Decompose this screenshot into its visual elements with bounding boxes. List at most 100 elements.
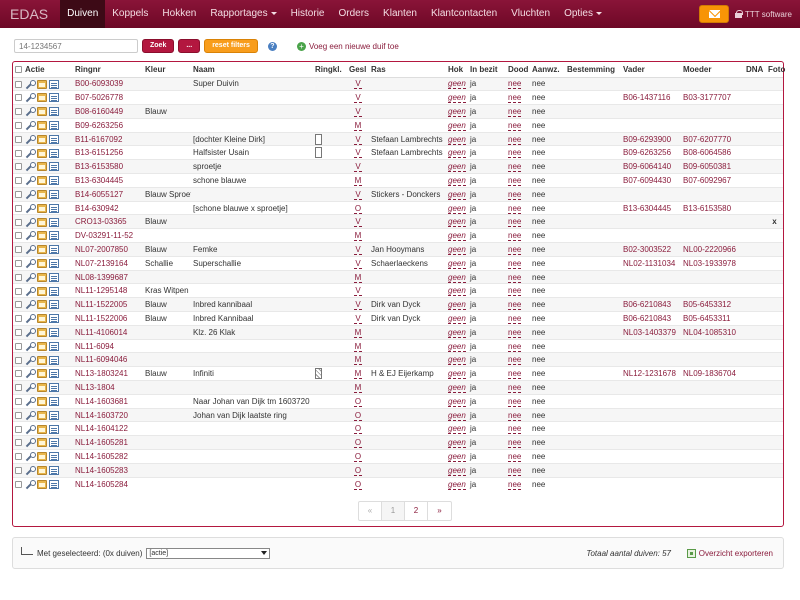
ring-number-link[interactable]: B13-6153580 xyxy=(75,162,123,171)
select-all-checkbox[interactable] xyxy=(15,66,22,74)
dead-editable[interactable]: nee xyxy=(508,286,522,297)
dead-editable[interactable]: nee xyxy=(508,479,522,490)
mother-link[interactable]: NL03-1933978 xyxy=(683,259,736,268)
row-checkbox[interactable] xyxy=(15,301,22,309)
sex-editable[interactable]: M xyxy=(353,355,363,366)
pedigree-card-icon[interactable] xyxy=(49,176,59,186)
mother-link[interactable]: B05-6453312 xyxy=(683,300,731,309)
row-checkbox[interactable] xyxy=(15,356,22,364)
wrench-icon[interactable] xyxy=(25,479,36,489)
column-header-vader[interactable]: Vader xyxy=(621,62,681,78)
loft-editable[interactable]: geen xyxy=(448,300,466,311)
messages-button[interactable] xyxy=(699,5,730,23)
sex-editable[interactable]: V xyxy=(354,79,362,90)
pedigree-card-icon[interactable] xyxy=(49,120,59,130)
pedigree-card-icon[interactable] xyxy=(49,148,59,158)
folder-icon[interactable] xyxy=(37,424,47,434)
dead-editable[interactable]: nee xyxy=(508,396,522,407)
ring-number-link[interactable]: NL08-1399687 xyxy=(75,273,128,282)
nav-item-opties[interactable]: Opties xyxy=(557,0,609,28)
row-checkbox[interactable] xyxy=(15,397,22,405)
ring-card-icon[interactable] xyxy=(315,147,322,159)
loft-editable[interactable]: geen xyxy=(448,189,466,200)
ring-number-link[interactable]: CRO13-03365 xyxy=(75,217,127,226)
folder-icon[interactable] xyxy=(37,79,47,89)
column-header-moeder[interactable]: Moeder xyxy=(681,62,744,78)
pedigree-card-icon[interactable] xyxy=(49,355,59,365)
ring-number-link[interactable]: NL14-1604122 xyxy=(75,424,128,433)
dead-editable[interactable]: nee xyxy=(508,369,522,380)
loft-editable[interactable]: geen xyxy=(448,396,466,407)
sex-editable[interactable]: O xyxy=(353,203,363,214)
pedigree-card-icon[interactable] xyxy=(49,314,59,324)
loft-editable[interactable]: geen xyxy=(448,341,466,352)
row-checkbox[interactable] xyxy=(15,246,22,254)
dead-editable[interactable]: nee xyxy=(508,313,522,324)
column-header-kleur[interactable]: Kleur xyxy=(143,62,191,78)
reset-filters-button[interactable]: reset filters xyxy=(204,39,258,53)
loft-editable[interactable]: geen xyxy=(448,203,466,214)
ring-number-link[interactable]: NL13-1804 xyxy=(75,383,115,392)
loft-editable[interactable]: geen xyxy=(448,424,466,435)
folder-icon[interactable] xyxy=(37,258,47,268)
wrench-icon[interactable] xyxy=(25,79,36,89)
column-header-bestemming[interactable]: Bestemming xyxy=(565,62,621,78)
folder-icon[interactable] xyxy=(37,327,47,337)
dead-editable[interactable]: nee xyxy=(508,355,522,366)
folder-icon[interactable] xyxy=(37,93,47,103)
row-checkbox[interactable] xyxy=(15,411,22,419)
mother-link[interactable]: B09-6050381 xyxy=(683,162,731,171)
row-checkbox[interactable] xyxy=(15,328,22,336)
ring-number-link[interactable]: B07-5026778 xyxy=(75,93,123,102)
dead-editable[interactable]: nee xyxy=(508,272,522,283)
dead-editable[interactable]: nee xyxy=(508,162,522,173)
row-checkbox[interactable] xyxy=(15,342,22,350)
loft-editable[interactable]: geen xyxy=(448,258,466,269)
column-header-hok[interactable]: Hok xyxy=(446,62,468,78)
loft-editable[interactable]: geen xyxy=(448,244,466,255)
sex-editable[interactable]: M xyxy=(353,369,363,380)
sex-editable[interactable]: V xyxy=(354,162,362,173)
wrench-icon[interactable] xyxy=(25,162,36,171)
folder-icon[interactable] xyxy=(37,203,47,213)
sex-editable[interactable]: O xyxy=(353,396,363,407)
pedigree-card-icon[interactable] xyxy=(49,327,59,337)
row-checkbox[interactable] xyxy=(15,204,22,212)
ring-number-link[interactable]: NL14-1605281 xyxy=(75,438,128,447)
loft-editable[interactable]: geen xyxy=(448,231,466,242)
wrench-icon[interactable] xyxy=(25,369,36,378)
dead-editable[interactable]: nee xyxy=(508,175,522,186)
wrench-icon[interactable] xyxy=(25,258,36,268)
row-checkbox[interactable] xyxy=(15,315,22,323)
dead-editable[interactable]: nee xyxy=(508,410,522,421)
folder-icon[interactable] xyxy=(37,452,47,462)
row-checkbox[interactable] xyxy=(15,480,22,488)
column-header-gesl[interactable]: Gesl xyxy=(347,62,369,78)
ring-number-link[interactable]: B08-6160449 xyxy=(75,107,123,116)
sex-editable[interactable]: M xyxy=(353,231,363,242)
folder-icon[interactable] xyxy=(37,383,47,393)
folder-icon[interactable] xyxy=(37,300,47,310)
sex-editable[interactable]: V xyxy=(354,258,362,269)
pedigree-card-icon[interactable] xyxy=(49,245,59,255)
loft-editable[interactable]: geen xyxy=(448,382,466,393)
pedigree-card-icon[interactable] xyxy=(49,341,59,351)
folder-icon[interactable] xyxy=(37,396,47,406)
ring-number-link[interactable]: NL14-1603681 xyxy=(75,397,128,406)
father-link[interactable]: B09-6293900 xyxy=(623,135,671,144)
help-icon[interactable]: ? xyxy=(267,41,277,51)
loft-editable[interactable]: geen xyxy=(448,79,466,90)
row-checkbox[interactable] xyxy=(15,177,22,185)
dead-editable[interactable]: nee xyxy=(508,465,522,476)
dead-editable[interactable]: nee xyxy=(508,134,522,145)
bulk-action-select[interactable]: [actie] xyxy=(146,547,271,559)
folder-icon[interactable] xyxy=(37,120,47,130)
nav-item-klantcontacten[interactable]: Klantcontacten xyxy=(424,0,504,28)
folder-icon[interactable] xyxy=(37,134,47,144)
loft-editable[interactable]: geen xyxy=(448,286,466,297)
wrench-icon[interactable] xyxy=(25,327,36,337)
nav-item-historie[interactable]: Historie xyxy=(284,0,332,28)
loft-editable[interactable]: geen xyxy=(448,272,466,283)
export-overview-link[interactable]: Overzicht exporteren xyxy=(686,548,773,558)
more-filters-button[interactable]: ... xyxy=(178,39,201,53)
